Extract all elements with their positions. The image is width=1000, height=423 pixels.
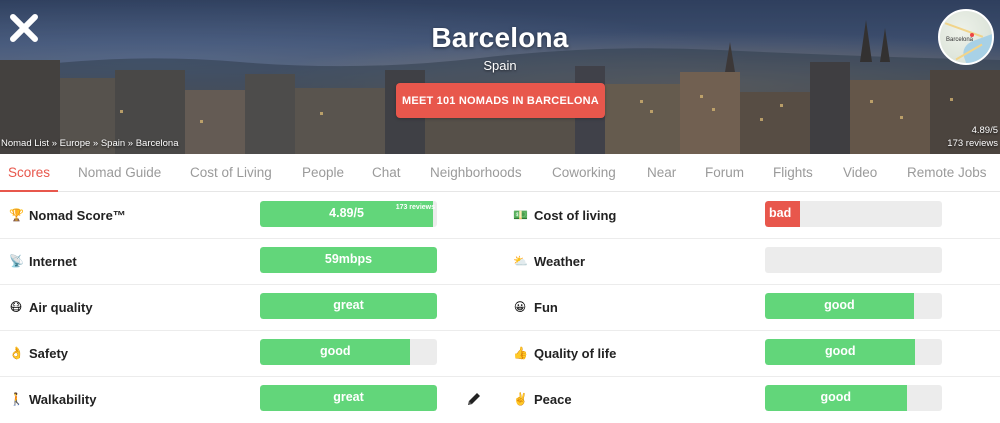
score-row-quality-of-life: 👍 Quality of life good <box>500 331 1000 377</box>
score-bar[interactable] <box>765 247 942 273</box>
score-bar[interactable]: 59mbps <box>260 247 437 273</box>
score-value: good <box>824 298 855 312</box>
tab-nomad-guide[interactable]: Nomad Guide <box>78 154 161 192</box>
tab-scores[interactable]: Scores <box>0 154 59 192</box>
tab-bar: Scores Nomad Guide Cost of Living People… <box>0 154 1000 192</box>
score-label: Internet <box>29 254 77 269</box>
cloud-sun-icon: ⛅ <box>513 254 528 268</box>
tab-remote-jobs[interactable]: Remote Jobs <box>907 154 987 192</box>
score-value: 59mbps <box>324 252 373 266</box>
score-bar[interactable]: good <box>765 293 942 319</box>
score-value: great <box>333 298 364 312</box>
score-label: Air quality <box>29 300 93 315</box>
tab-flights[interactable]: Flights <box>773 154 813 192</box>
city-title: Barcelona <box>431 22 569 53</box>
score-label: Walkability <box>29 392 97 407</box>
score-row-fun: 😀 Fun good <box>500 285 1000 331</box>
tab-people[interactable]: People <box>302 154 344 192</box>
score-value: good <box>824 344 856 358</box>
score-bar[interactable]: good <box>260 339 437 365</box>
score-row-peace: ✌️ Peace good <box>500 377 1000 423</box>
pencil-edit-icon[interactable] <box>466 391 482 407</box>
walking-person-icon: 🚶 <box>9 392 24 406</box>
score-row-safety: 👌 Safety good <box>0 331 500 377</box>
thumbs-up-icon: 👍 <box>513 346 528 360</box>
hero-banner: Barcelona Spain MEET 101 NOMADS IN BARCE… <box>0 0 1000 154</box>
score-value: great <box>333 390 364 404</box>
meet-nomads-button[interactable]: MEET 101 NOMADS IN BARCELONA <box>396 83 605 118</box>
score-row-nomad-score: 🏆 Nomad Score™ 4.89/5 173 reviews <box>0 193 500 239</box>
score-bar[interactable]: good <box>765 385 942 411</box>
tab-video[interactable]: Video <box>843 154 877 192</box>
trophy-icon: 🏆 <box>9 208 24 222</box>
score-label: Nomad Score™ <box>29 208 126 223</box>
breadcrumb-barcelona[interactable]: Barcelona <box>136 138 179 149</box>
tab-forum[interactable]: Forum <box>705 154 744 192</box>
score-row-weather: ⛅ Weather <box>500 239 1000 285</box>
score-label: Weather <box>534 254 586 269</box>
money-icon: 💵 <box>513 208 528 222</box>
score-bar[interactable]: bad <box>765 201 942 227</box>
country-name: Spain <box>483 58 517 73</box>
tab-cost-of-living[interactable]: Cost of Living <box>190 154 272 192</box>
score-bar[interactable]: 4.89/5 173 reviews <box>260 201 437 227</box>
score-row-internet: 📡 Internet 59mbps <box>0 239 500 285</box>
tab-coworking[interactable]: Coworking <box>552 154 616 192</box>
map-city-label: Barcelona <box>946 37 974 43</box>
score-label: Quality of life <box>534 346 617 361</box>
score-label: Fun <box>534 300 558 315</box>
score-label: Peace <box>534 392 572 407</box>
score-label: Safety <box>29 346 69 361</box>
score-bar[interactable]: good <box>765 339 942 365</box>
satellite-icon: 📡 <box>9 254 24 268</box>
tab-neighborhoods[interactable]: Neighborhoods <box>430 154 522 192</box>
city-map-thumbnail[interactable]: Barcelona <box>938 9 994 65</box>
score-label: Cost of living <box>534 208 617 223</box>
scores-left-column: 🏆 Nomad Score™ 4.89/5 173 reviews 📡 Inte… <box>0 193 500 423</box>
score-row-air-quality: 😷 Air quality great <box>0 285 500 331</box>
mask-icon: 😷 <box>9 300 23 314</box>
breadcrumb-nomad-list[interactable]: Nomad List <box>1 138 49 149</box>
score-row-walkability: 🚶 Walkability great <box>0 377 500 423</box>
breadcrumb-europe[interactable]: Europe <box>60 138 91 149</box>
grinning-face-icon: 😀 <box>513 300 527 314</box>
scores-right-column: 💵 Cost of living bad ⛅ Weather 😀 Fun goo… <box>500 193 1000 423</box>
score-bar[interactable]: great <box>260 293 437 319</box>
rating-summary: 4.89/5 173 reviews <box>947 124 998 150</box>
peace-hand-icon: ✌️ <box>513 392 528 406</box>
score-value: good <box>319 344 351 358</box>
score-value: good <box>820 390 852 404</box>
ok-hand-icon: 👌 <box>9 346 24 360</box>
breadcrumb-spain[interactable]: Spain <box>101 138 125 149</box>
score-value: bad <box>769 206 792 220</box>
rating-value: 4.89/5 <box>971 125 998 136</box>
score-bar[interactable]: great <box>260 385 437 411</box>
score-reviews: 173 reviews <box>395 204 435 211</box>
tab-near[interactable]: Near <box>647 154 676 192</box>
tab-chat[interactable]: Chat <box>372 154 401 192</box>
score-row-cost-of-living: 💵 Cost of living bad <box>500 193 1000 239</box>
review-count: 173 reviews <box>947 138 998 149</box>
breadcrumb: Nomad List » Europe » Spain » Barcelona <box>1 138 179 149</box>
